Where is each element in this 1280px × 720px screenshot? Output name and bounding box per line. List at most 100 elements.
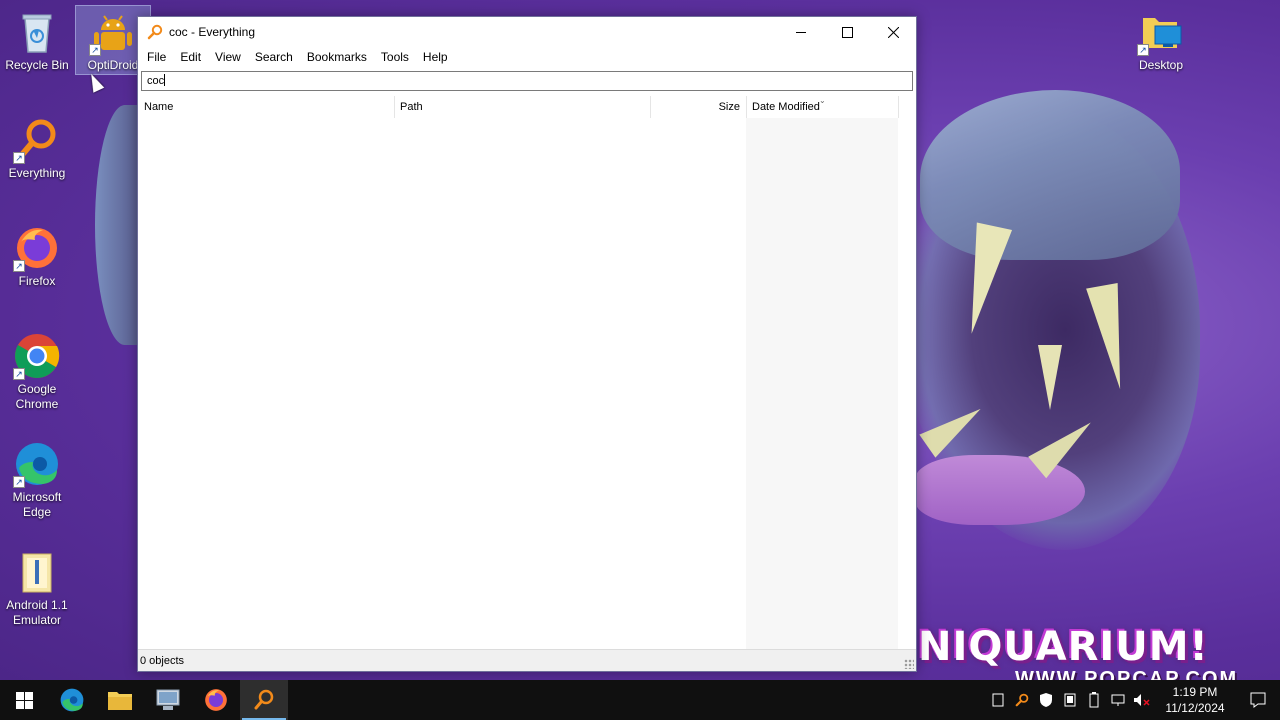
wallpaper-title: NIQUARIUM! — [918, 624, 1209, 670]
shortcut-arrow-icon: ↗ — [13, 368, 25, 380]
search-input[interactable]: coc — [141, 71, 913, 91]
recycle-bin-icon — [13, 8, 61, 56]
desktop-icon-label: Desktop — [1138, 58, 1184, 72]
minimize-button[interactable] — [778, 17, 824, 47]
taskbar-firefox[interactable] — [192, 680, 240, 720]
desktop-icon-desktop[interactable]: ↗ Desktop — [1124, 8, 1198, 73]
mouse-cursor-icon — [85, 71, 105, 93]
folder-icon — [108, 692, 132, 710]
android-icon: ↗ — [89, 8, 137, 56]
action-center-button[interactable] — [1236, 680, 1280, 720]
sort-descending-icon: ⌄ — [819, 96, 826, 105]
notification-icon — [1250, 692, 1266, 708]
desktop-icon-everything[interactable]: ↗ Everything — [0, 116, 74, 181]
desktop-icon-label: Android 1.1 Emulator — [6, 598, 68, 627]
menu-help[interactable]: Help — [416, 50, 455, 64]
column-header-name[interactable]: Name — [139, 96, 395, 118]
shortcut-arrow-icon: ↗ — [13, 152, 25, 164]
search-input-value: coc — [147, 75, 165, 87]
shortcut-arrow-icon: ↗ — [13, 476, 25, 488]
battery-icon — [1089, 692, 1099, 708]
taskbar: 1:19 PM 11/12/2024 — [0, 680, 1280, 720]
close-button[interactable] — [870, 17, 916, 47]
tray-tablet[interactable] — [1058, 680, 1082, 720]
vertical-scrollbar[interactable] — [899, 96, 916, 649]
menu-view[interactable]: View — [208, 50, 248, 64]
menu-edit[interactable]: Edit — [173, 50, 208, 64]
column-label-path: Path — [400, 101, 423, 113]
window-title: coc - Everything — [169, 25, 256, 39]
volume-muted-icon — [1134, 694, 1150, 706]
minimize-icon — [795, 31, 806, 33]
shield-icon — [1040, 693, 1052, 707]
menu-file[interactable]: File — [140, 50, 173, 64]
taskbar-edge[interactable] — [48, 680, 96, 720]
tray-everything[interactable] — [1010, 680, 1034, 720]
firefox-icon: ↗ — [13, 224, 61, 272]
column-header-size[interactable]: Size — [651, 96, 747, 118]
everything-magnifier-icon: ↗ — [13, 116, 61, 164]
edge-icon: ↗ — [13, 440, 61, 488]
desktop-icon-label: Google Chrome — [15, 382, 59, 411]
column-label-name: Name — [144, 101, 174, 113]
tablet-icon — [1064, 693, 1076, 707]
taskbar-clock[interactable]: 1:19 PM 11/12/2024 — [1154, 684, 1236, 716]
clock-time: 1:19 PM — [1172, 685, 1218, 699]
desktop-icon-android-emulator[interactable]: Android 1.1 Emulator — [0, 548, 74, 628]
everything-app-icon — [147, 24, 163, 40]
taskbar-file-explorer[interactable] — [96, 680, 144, 720]
desktop-icon-label: Microsoft Edge — [12, 490, 62, 519]
everything-window: coc - Everything File Edit View Search B… — [137, 16, 917, 672]
desktop-icon-label: Everything — [8, 166, 66, 180]
desktop-icon-label: Firefox — [18, 274, 56, 288]
tray-network[interactable] — [1106, 680, 1130, 720]
title-bar[interactable]: coc - Everything — [138, 17, 916, 47]
desktop-icon-label: Recycle Bin — [5, 58, 69, 72]
document-icon — [992, 693, 1004, 707]
results-list-sorted-column — [746, 118, 898, 649]
folder-zip-icon — [13, 548, 61, 596]
edge-icon — [60, 688, 84, 712]
tray-power[interactable] — [1082, 680, 1106, 720]
status-bar: 0 objects — [138, 649, 916, 671]
computer-icon — [156, 689, 180, 710]
column-header-date-modified[interactable]: ⌄ Date Modified — [747, 96, 899, 118]
clock-date: 11/12/2024 — [1165, 701, 1225, 715]
menu-search[interactable]: Search — [248, 50, 300, 64]
taskbar-app[interactable] — [144, 680, 192, 720]
tray-volume[interactable] — [1130, 680, 1154, 720]
shortcut-arrow-icon: ↗ — [13, 260, 25, 272]
menu-tools[interactable]: Tools — [374, 50, 416, 64]
resize-grip-icon[interactable] — [904, 659, 914, 669]
desktop-icon-firefox[interactable]: ↗ Firefox — [0, 224, 74, 289]
shortcut-arrow-icon: ↗ — [89, 44, 101, 56]
desktop-icon-recycle-bin[interactable]: Recycle Bin — [0, 8, 74, 73]
maximize-icon — [841, 26, 853, 38]
maximize-button[interactable] — [824, 17, 870, 47]
shortcut-arrow-icon: ↗ — [1137, 44, 1149, 56]
column-header-path[interactable]: Path — [395, 96, 651, 118]
windows-logo-icon — [15, 691, 33, 709]
text-caret — [164, 74, 166, 86]
tray-app-icon[interactable] — [986, 680, 1010, 720]
results-column-header: Name Path Size ⌄ Date Modified — [139, 96, 899, 118]
status-object-count: 0 objects — [140, 655, 185, 667]
network-icon — [1111, 694, 1125, 706]
everything-magnifier-icon — [1015, 693, 1029, 707]
taskbar-everything[interactable] — [240, 680, 288, 720]
desktop-folder-icon: ↗ — [1137, 8, 1185, 56]
everything-magnifier-icon — [254, 689, 274, 710]
column-label-size: Size — [718, 101, 740, 113]
start-button[interactable] — [0, 680, 48, 720]
system-tray: 1:19 PM 11/12/2024 — [986, 680, 1280, 720]
desktop-icon-edge[interactable]: ↗ Microsoft Edge — [0, 440, 74, 520]
menu-bar: File Edit View Search Bookmarks Tools He… — [138, 47, 916, 67]
menu-bookmarks[interactable]: Bookmarks — [300, 50, 374, 64]
wallpaper-fang — [1038, 345, 1062, 410]
desktop-icon-chrome[interactable]: ↗ Google Chrome — [0, 332, 74, 412]
firefox-icon — [205, 689, 227, 711]
chrome-icon: ↗ — [13, 332, 61, 380]
close-icon — [887, 26, 899, 38]
tray-security[interactable] — [1034, 680, 1058, 720]
wallpaper-creature-jaw — [920, 90, 1180, 260]
